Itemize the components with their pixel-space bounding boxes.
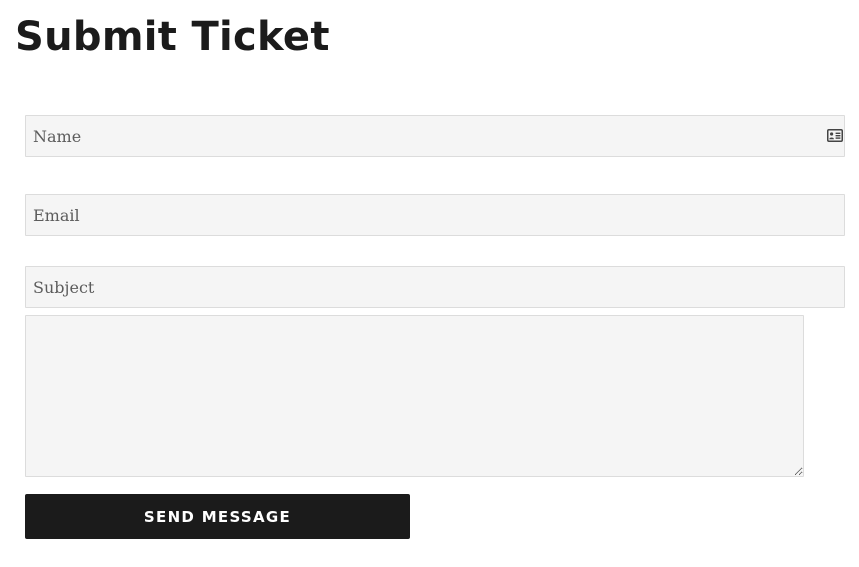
email-field[interactable]	[25, 194, 845, 236]
message-textarea[interactable]	[25, 315, 804, 477]
contact-card-icon[interactable]	[827, 129, 843, 142]
send-message-button[interactable]: SEND MESSAGE	[25, 494, 410, 539]
subject-field[interactable]	[25, 266, 845, 308]
name-field[interactable]	[25, 115, 845, 157]
page-title: Submit Ticket	[15, 14, 330, 60]
